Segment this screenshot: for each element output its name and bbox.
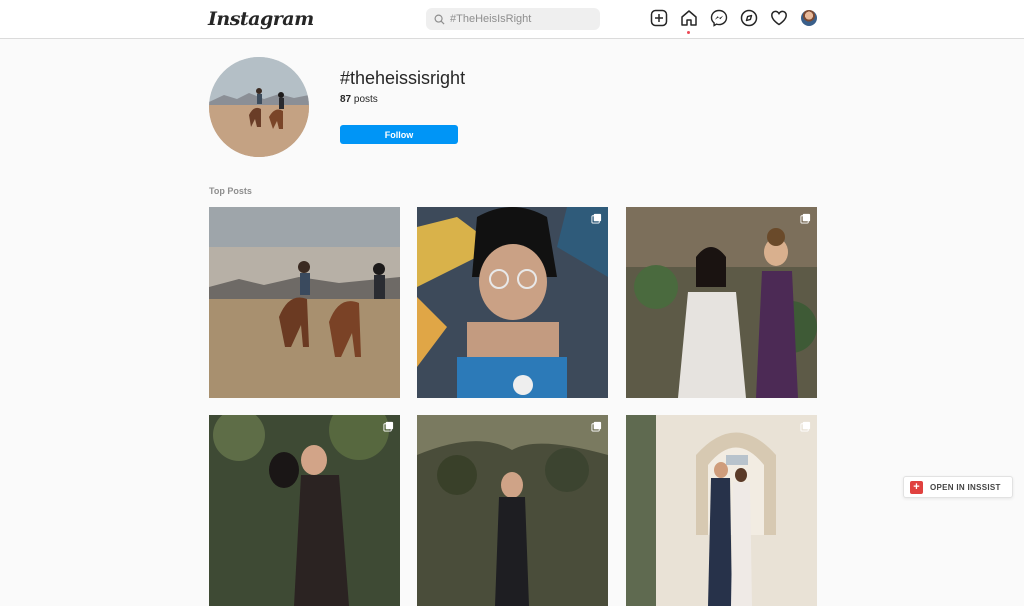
search-bar[interactable] (426, 8, 600, 30)
post-thumbnail[interactable] (626, 415, 817, 606)
explore-icon[interactable] (740, 9, 758, 27)
post-thumbnail[interactable] (209, 415, 400, 606)
post-thumbnail[interactable] (626, 207, 817, 398)
multiple-images-icon (383, 421, 394, 432)
avatar (801, 10, 817, 26)
multiple-images-icon (591, 213, 602, 224)
multiple-images-icon (591, 421, 602, 432)
hashtag-title: #theheissisright (340, 68, 466, 88)
home-icon[interactable] (680, 9, 698, 34)
post-thumbnail[interactable] (417, 415, 608, 606)
multiple-images-icon (800, 421, 811, 432)
posts-count: 87 posts (340, 94, 378, 105)
new-post-icon[interactable] (650, 9, 668, 27)
open-in-inssist-button[interactable]: + OPEN IN INSSIST (903, 476, 1013, 498)
messenger-icon[interactable] (710, 9, 728, 27)
posts-count-number: 87 (340, 94, 352, 105)
hashtag-profile-image (209, 57, 309, 157)
post-thumbnail[interactable] (417, 207, 608, 398)
search-icon (434, 14, 445, 25)
nav-icons (650, 9, 830, 34)
inssist-logo-icon: + (910, 480, 923, 494)
top-nav-bar: Instagram (0, 0, 1024, 39)
search-input[interactable] (450, 13, 590, 25)
top-posts-label: Top Posts (209, 186, 252, 196)
active-indicator-dot (687, 31, 690, 34)
instagram-logo[interactable]: Instagram (208, 8, 314, 30)
posts-count-label: posts (353, 94, 378, 105)
post-thumbnail[interactable] (209, 207, 400, 398)
multiple-images-icon (800, 213, 811, 224)
activity-heart-icon[interactable] (770, 9, 788, 27)
open-in-inssist-label: OPEN IN INSSIST (930, 482, 1001, 492)
profile-avatar[interactable] (800, 9, 818, 27)
follow-button[interactable]: Follow (340, 125, 458, 144)
